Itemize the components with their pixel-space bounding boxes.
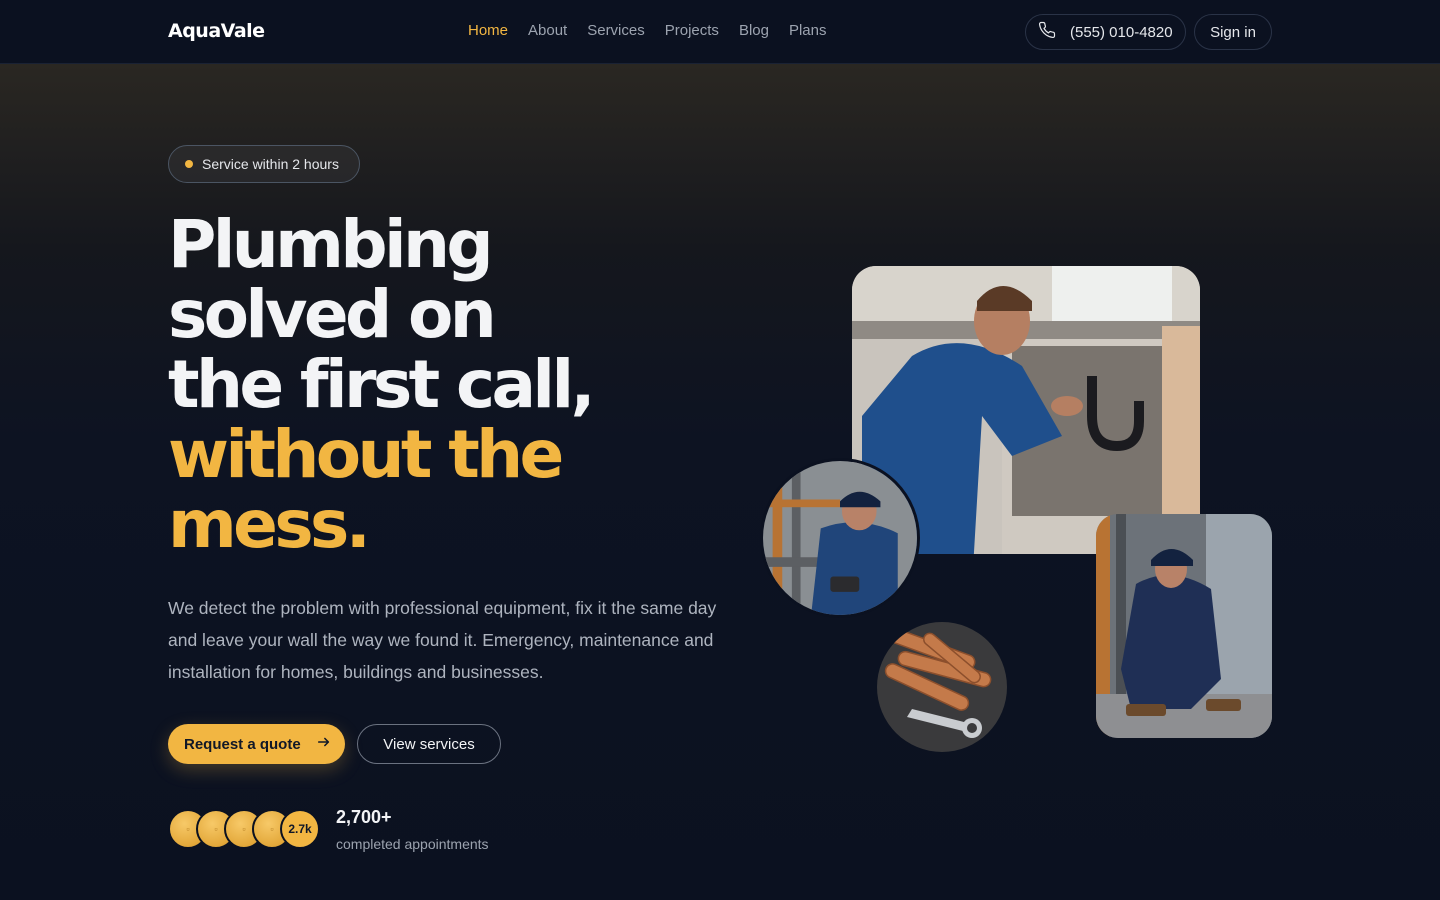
top-navbar: AquaVale Home About Services Projects Bl… [0, 0, 1440, 64]
nav-about[interactable]: About [528, 22, 567, 39]
hero-section: Service within 2 hours Plumbing solved o… [0, 64, 1440, 900]
headline-line: solved on [168, 276, 497, 353]
logo[interactable]: AquaVale [168, 20, 265, 42]
main-nav: Home About Services Projects Blog Plans [468, 22, 827, 39]
phone-button[interactable]: (555) 010-4820 [1025, 14, 1186, 50]
plumber-pipes-photo [760, 458, 920, 618]
nav-projects[interactable]: Projects [665, 22, 719, 39]
plumber-kneeling-photo [1096, 514, 1272, 738]
phone-icon [1038, 21, 1056, 43]
stat-label: completed appointments [336, 836, 489, 852]
sign-in-button[interactable]: Sign in [1194, 14, 1272, 50]
copper-pipes-photo [877, 622, 1007, 752]
stat-number: 2,700+ [336, 807, 392, 827]
request-quote-button[interactable]: Request a quote [168, 724, 345, 764]
nav-plans[interactable]: Plans [789, 22, 827, 39]
headline-accent-line: without the [168, 416, 564, 493]
phone-number: (555) 010-4820 [1070, 23, 1173, 41]
arrow-right-icon [317, 735, 331, 753]
nav-blog[interactable]: Blog [739, 22, 769, 39]
nav-home[interactable]: Home [468, 22, 508, 39]
view-services-button[interactable]: View services [357, 724, 501, 764]
service-badge: Service within 2 hours [168, 145, 360, 183]
hero-description: We detect the problem with professional … [168, 598, 717, 682]
customer-avatars: ▫ ▫ ▫ ▫ 2.7k [168, 809, 320, 851]
avatar-count: 2.7k [280, 809, 320, 849]
headline-line: the first call, [168, 346, 596, 423]
badge-text: Service within 2 hours [202, 156, 339, 172]
badge-dot-icon [185, 160, 193, 168]
request-quote-label: Request a quote [184, 735, 301, 753]
headline-line: Plumbing [168, 206, 494, 283]
nav-services[interactable]: Services [587, 22, 645, 39]
hero-headline: Plumbing solved on the first call, witho… [168, 206, 596, 563]
headline-accent-line: mess. [168, 486, 371, 563]
